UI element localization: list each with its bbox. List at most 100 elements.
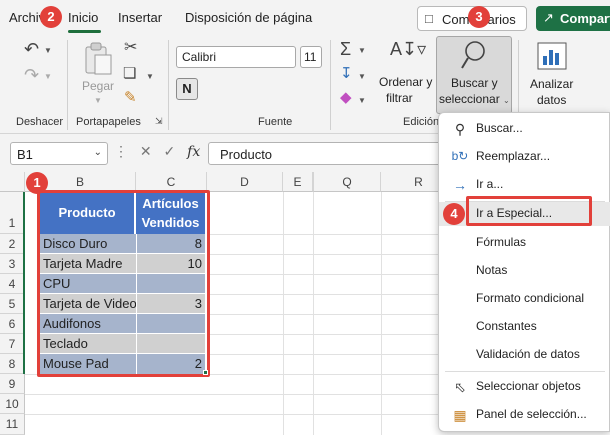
- gridline: [207, 334, 438, 335]
- insert-function-icon[interactable]: fx: [187, 144, 200, 160]
- menu-item-label: Panel de selección...: [476, 407, 587, 421]
- gridline: [207, 294, 438, 295]
- autosum-dropdown-icon[interactable]: ▼: [358, 46, 366, 55]
- menu-item-label: Formato condicional: [476, 291, 585, 305]
- step-badge-2: 2: [40, 6, 62, 28]
- row-header-8[interactable]: 8: [0, 354, 25, 374]
- row-header-10[interactable]: 10: [0, 394, 25, 414]
- select-all-corner[interactable]: [0, 172, 25, 192]
- share-button[interactable]: ↗ Compartir: [536, 6, 610, 31]
- paste-dropdown-icon: ▼: [94, 96, 102, 105]
- sort-filter-button[interactable]: A↧▿ Ordenar y filtrar: [376, 38, 434, 114]
- undo-icon[interactable]: ↶: [24, 40, 39, 58]
- step-badge-1: 1: [26, 172, 48, 194]
- cancel-icon[interactable]: ✕: [140, 143, 152, 159]
- find-select-label-1: Buscar y: [451, 76, 498, 90]
- font-name-select[interactable]: Calibri: [176, 46, 296, 68]
- pointer-icon: ⬁: [454, 379, 466, 395]
- menu-item-panel-seleccion[interactable]: ▦ Panel de selección...: [439, 403, 610, 427]
- ribbon-tabs: Archivo Inicio Insertar Disposición de p…: [0, 0, 610, 34]
- menu-item-formulas[interactable]: Fórmulas: [439, 231, 610, 255]
- clear-dropdown-icon[interactable]: ▼: [358, 96, 366, 105]
- copy-icon[interactable]: ❏: [123, 66, 136, 81]
- menu-item-seleccionar-objetos[interactable]: ⬁ Seleccionar objetos: [439, 375, 610, 399]
- column-header-c[interactable]: C: [136, 172, 207, 192]
- name-box[interactable]: B1 ⌄: [10, 142, 108, 165]
- menu-item-constantes[interactable]: Constantes: [439, 315, 610, 339]
- menu-item-label: Validación de datos: [476, 347, 580, 361]
- find-select-menu: ⚲ Buscar... b↻ Reemplazar... → Ir a... I…: [438, 112, 610, 432]
- share-label: Compartir: [560, 11, 610, 26]
- chevron-down-icon: ⌄: [93, 147, 102, 158]
- row-header-11[interactable]: 11: [0, 414, 25, 435]
- step-badge-3: 3: [468, 6, 490, 28]
- row-header-3[interactable]: 3: [0, 254, 25, 274]
- find-select-button[interactable]: Buscar y seleccionar ⌄: [436, 36, 512, 114]
- menu-item-reemplazar[interactable]: b↻ Reemplazar...: [439, 145, 610, 169]
- tab-insertar[interactable]: Insertar: [118, 10, 162, 25]
- group-separator: [67, 40, 68, 130]
- clipboard-icon: [85, 42, 112, 75]
- group-separator: [330, 40, 331, 130]
- find-select-dropdown-icon: ⌄: [503, 96, 510, 105]
- formula-bar-icons: ⋮ ✕ ✓ fx: [114, 143, 200, 160]
- menu-item-label: Reemplazar...: [476, 149, 551, 163]
- analyze-data-button[interactable]: Analizar datos: [524, 38, 580, 114]
- copy-dropdown-icon[interactable]: ▼: [146, 72, 154, 81]
- sort-filter-label-2: filtrar: [386, 91, 413, 105]
- enter-icon[interactable]: ✓: [164, 143, 176, 159]
- cut-icon[interactable]: ✂: [124, 40, 137, 56]
- row-header-4[interactable]: 4: [0, 274, 25, 294]
- formula-value: Producto: [220, 147, 273, 162]
- tab-disposicion[interactable]: Disposición de página: [185, 10, 312, 25]
- row-header-1[interactable]: 1: [0, 192, 25, 234]
- menu-item-ir-a[interactable]: → Ir a...: [439, 173, 610, 197]
- group-label-portapapeles: Portapapeles: [76, 116, 141, 128]
- step-badge-4: 4: [443, 203, 465, 225]
- menu-item-label: Seleccionar objetos: [476, 379, 581, 393]
- paste-button[interactable]: Pegar ▼: [78, 40, 118, 110]
- menu-item-notas[interactable]: Notas: [439, 259, 610, 283]
- font-size-select[interactable]: 11: [300, 46, 322, 68]
- clear-icon[interactable]: ◆: [340, 90, 352, 105]
- menu-item-label: Fórmulas: [476, 235, 527, 249]
- column-header-e[interactable]: E: [283, 172, 313, 192]
- fill-dropdown-icon[interactable]: ▼: [358, 72, 366, 81]
- gridline: [207, 354, 438, 355]
- row-header-5[interactable]: 5: [0, 294, 25, 314]
- menu-item-formato-condicional[interactable]: Formato condicional: [439, 287, 610, 311]
- sort-filter-label-1: Ordenar y: [379, 75, 433, 89]
- gridline: [25, 414, 438, 415]
- magnifier-icon: [461, 41, 485, 69]
- group-label-deshacer: Deshacer: [16, 116, 64, 128]
- tab-inicio[interactable]: Inicio: [68, 10, 98, 25]
- analyze-data-label-2: datos: [537, 93, 567, 107]
- dialog-launcher-icon[interactable]: ⇲: [155, 117, 163, 126]
- undo-dropdown-icon[interactable]: ▼: [44, 46, 52, 55]
- font-size-value: 11: [304, 50, 317, 64]
- row-header-2[interactable]: 2: [0, 234, 25, 254]
- arrow-right-icon: →: [453, 177, 467, 193]
- menu-item-validacion-datos[interactable]: Validación de datos: [439, 343, 610, 367]
- menu-item-label: Ir a...: [476, 177, 504, 191]
- redo-dropdown-icon[interactable]: ▼: [44, 72, 52, 81]
- column-header-d[interactable]: D: [207, 172, 283, 192]
- fill-icon[interactable]: ↧: [340, 66, 353, 81]
- fill-handle[interactable]: [203, 370, 208, 375]
- selected-rows-indicator: [23, 192, 25, 374]
- row-header-7[interactable]: 7: [0, 334, 25, 354]
- magnifier-icon: ⚲: [454, 121, 466, 137]
- format-painter-icon[interactable]: ✎: [124, 90, 137, 105]
- sort-filter-icon: A↧▿: [390, 39, 427, 59]
- column-header-q[interactable]: Q: [313, 172, 381, 192]
- autosum-icon[interactable]: Σ: [340, 40, 351, 58]
- redo-icon[interactable]: ↷: [24, 66, 39, 84]
- row-header-6[interactable]: 6: [0, 314, 25, 334]
- row-header-9[interactable]: 9: [0, 374, 25, 394]
- menu-item-buscar[interactable]: ⚲ Buscar...: [439, 117, 610, 141]
- gridline: [25, 394, 438, 395]
- replace-icon: b↻: [451, 149, 469, 163]
- gridline: [207, 314, 438, 315]
- bold-button[interactable]: N: [176, 78, 198, 100]
- paste-label: Pegar: [82, 79, 115, 93]
